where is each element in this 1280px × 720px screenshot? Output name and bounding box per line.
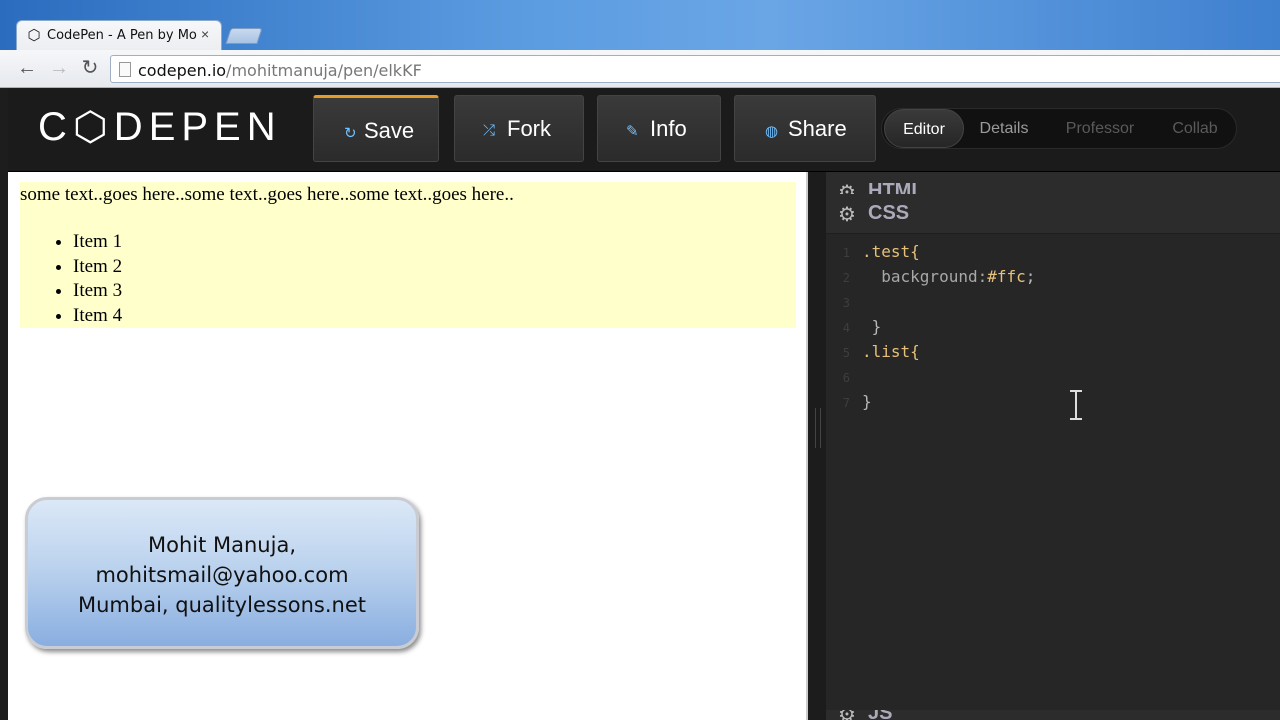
code-line: 6 bbox=[826, 367, 1280, 392]
back-arrow-icon[interactable]: ← bbox=[14, 57, 40, 81]
code-text: .test{ bbox=[862, 242, 920, 261]
browser-tabstrip: ⬡ CodePen - A Pen by Mohi × bbox=[0, 0, 1280, 50]
browser-tab[interactable]: ⬡ CodePen - A Pen by Mohi × bbox=[16, 20, 222, 50]
code-text: background:#ffc; bbox=[862, 267, 1035, 286]
page-icon bbox=[119, 62, 131, 77]
close-tab-icon[interactable]: × bbox=[201, 26, 209, 42]
codepen-logo[interactable]: C⬡DEPEN bbox=[38, 104, 282, 150]
code-text: } bbox=[862, 317, 882, 336]
reload-icon[interactable]: ↻ bbox=[77, 57, 103, 81]
code-line: 3 bbox=[826, 292, 1280, 317]
list-item: Item 1 bbox=[73, 230, 122, 255]
save-label: Save bbox=[364, 118, 415, 143]
text-cursor-icon bbox=[1070, 390, 1082, 420]
author-location: Mumbai, qualitylessons.net bbox=[78, 593, 366, 617]
css-pane-header[interactable]: ⚙ CSS bbox=[826, 194, 1280, 234]
sample-text: some text..goes here..some text..goes he… bbox=[20, 184, 514, 205]
author-name: Mohit Manuja, bbox=[147, 533, 296, 557]
editor-panel: ⚙ HTML ⚙ CSS 1 .test{ 2 background:#ffc; … bbox=[810, 172, 1280, 720]
globe-icon: ◍ bbox=[765, 123, 779, 140]
css-property: background: bbox=[862, 267, 988, 286]
author-email: mohitsmail@yahoo.com bbox=[95, 563, 349, 587]
forward-arrow-icon[interactable]: → bbox=[46, 57, 72, 81]
gear-icon[interactable]: ⚙ bbox=[838, 202, 856, 227]
css-semicolon: ; bbox=[1025, 267, 1036, 286]
tab-collab[interactable]: Collab bbox=[1158, 109, 1232, 148]
code-line: 1 .test{ bbox=[826, 242, 1280, 267]
address-url[interactable]: codepen.io/mohitmanuja/pen/elkKF bbox=[138, 61, 422, 80]
css-value: #ffc bbox=[987, 267, 1026, 286]
pane-resizer[interactable] bbox=[810, 172, 826, 720]
line-number: 7 bbox=[842, 396, 850, 410]
gear-icon[interactable]: ⚙ bbox=[838, 180, 856, 194]
code-line: 7} bbox=[826, 392, 1280, 417]
codepen-header: C⬡DEPEN ↻ Save ⤮ Fork ✎ Info ◍ Share Edi… bbox=[8, 88, 1280, 172]
line-number: 2 bbox=[842, 271, 850, 285]
item-list: Item 1 Item 2 Item 3 Item 4 bbox=[73, 230, 122, 329]
address-bar[interactable]: codepen.io/mohitmanuja/pen/elkKF bbox=[110, 55, 1280, 83]
css-code-editor[interactable]: 1 .test{ 2 background:#ffc; 3 4 } 5 .list{… bbox=[826, 242, 1280, 682]
js-label: JS bbox=[868, 710, 892, 720]
html-pane-header[interactable]: ⚙ HTML bbox=[826, 172, 1280, 194]
view-switcher: Editor Details Professor Collab bbox=[881, 108, 1237, 149]
new-tab-button[interactable] bbox=[225, 28, 263, 44]
test-div: some text..goes here..some text..goes he… bbox=[20, 182, 796, 328]
save-button[interactable]: ↻ Save bbox=[313, 95, 439, 162]
list-item: Item 4 bbox=[73, 304, 122, 329]
code-line: 4 } bbox=[826, 317, 1280, 342]
tab-editor[interactable]: Editor bbox=[884, 109, 964, 148]
fork-label: Fork bbox=[507, 116, 551, 141]
list-item: Item 2 bbox=[73, 255, 122, 280]
edit-icon: ✎ bbox=[626, 123, 639, 140]
info-label: Info bbox=[650, 116, 687, 141]
browser-toolbar: ← → ↻ codepen.io/mohitmanuja/pen/elkKF bbox=[0, 50, 1280, 88]
result-preview: some text..goes here..some text..goes he… bbox=[8, 172, 808, 720]
fork-button[interactable]: ⤮ Fork bbox=[454, 95, 584, 162]
resize-grip-icon[interactable] bbox=[815, 408, 821, 448]
gear-icon[interactable]: ⚙ bbox=[838, 710, 856, 720]
fork-icon: ⤮ bbox=[483, 122, 496, 139]
tab-title: CodePen - A Pen by Mohi bbox=[47, 28, 197, 43]
line-number: 3 bbox=[842, 296, 850, 310]
save-icon: ↻ bbox=[344, 125, 357, 142]
line-number: 6 bbox=[842, 371, 850, 385]
code-text: .list{ bbox=[862, 342, 920, 361]
line-number: 5 bbox=[842, 346, 850, 360]
codepen-favicon-icon: ⬡ bbox=[27, 27, 41, 44]
js-pane-header[interactable]: ⚙ JS bbox=[826, 710, 1280, 720]
code-line: 5 .list{ bbox=[826, 342, 1280, 367]
line-number: 4 bbox=[842, 321, 850, 335]
tab-details[interactable]: Details bbox=[966, 109, 1042, 148]
code-text: } bbox=[862, 392, 872, 411]
css-label: CSS bbox=[868, 202, 910, 224]
author-card-text: Mohit Manuja, mohitsmail@yahoo.com Mumba… bbox=[28, 530, 416, 620]
list-item: Item 3 bbox=[73, 279, 122, 304]
url-host: codepen.io bbox=[138, 61, 227, 80]
line-number: 1 bbox=[842, 246, 850, 260]
share-button[interactable]: ◍ Share bbox=[734, 95, 876, 162]
html-label: HTML bbox=[868, 180, 924, 194]
info-button[interactable]: ✎ Info bbox=[597, 95, 721, 162]
share-label: Share bbox=[788, 116, 847, 141]
author-card: Mohit Manuja, mohitsmail@yahoo.com Mumba… bbox=[25, 497, 419, 649]
tab-professor[interactable]: Professor bbox=[1052, 109, 1148, 148]
code-line: 2 background:#ffc; bbox=[826, 267, 1280, 292]
url-path: /mohitmanuja/pen/elkKF bbox=[226, 61, 422, 80]
